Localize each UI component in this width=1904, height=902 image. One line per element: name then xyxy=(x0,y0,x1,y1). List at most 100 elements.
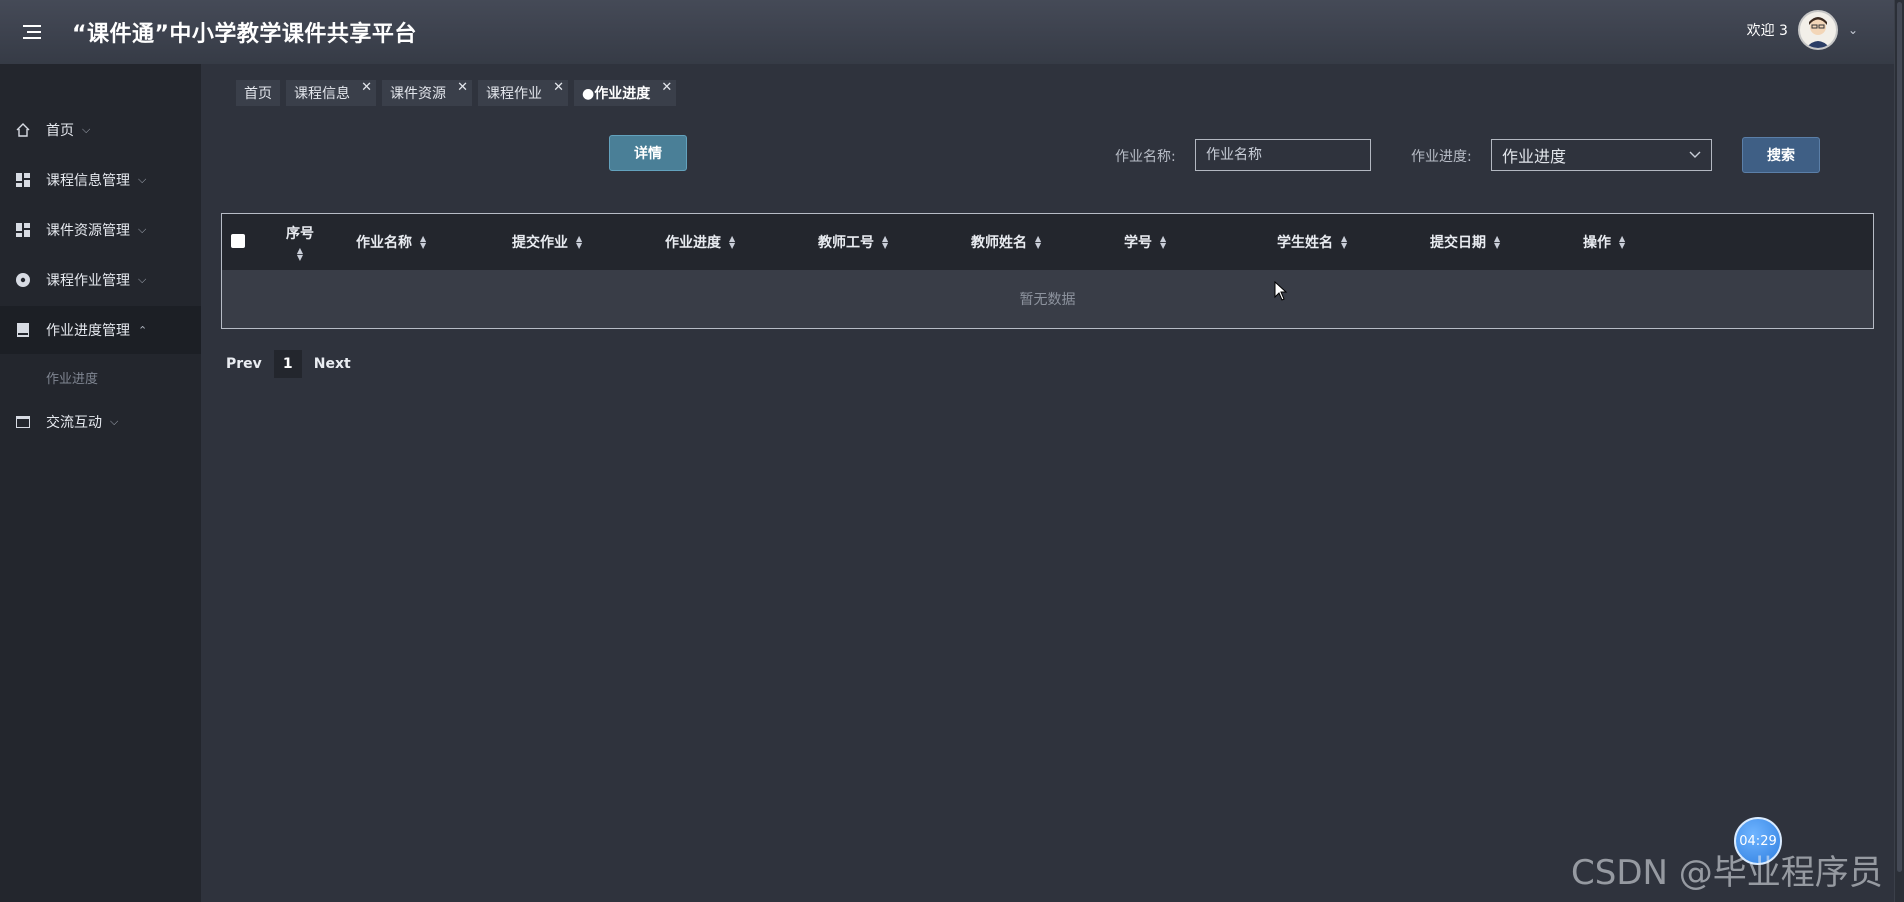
watermark: CSDN @毕业程序员 xyxy=(1571,853,1883,893)
app-title: “课件通”中小学教学课件共享平台 xyxy=(72,22,417,47)
detail-button[interactable]: 详情 xyxy=(609,135,687,171)
column-header-name[interactable]: 作业名称 ▲ ▼ xyxy=(356,214,426,270)
user-menu[interactable]: 欢迎 3 ⌄ xyxy=(1747,10,1858,50)
dashboard-icon xyxy=(14,171,32,189)
tab-progress[interactable]: ●作业进度 ✕ xyxy=(574,80,677,106)
progress-select-value: 作业进度 xyxy=(1502,147,1567,166)
column-header-student-id[interactable]: 学号 ▲ ▼ xyxy=(1124,214,1166,270)
column-header-label: 提交日期 xyxy=(1430,235,1486,251)
menu-toggle-button[interactable] xyxy=(0,0,64,64)
sort-icon[interactable]: ▲ ▼ xyxy=(1035,235,1041,250)
sidebar-item-courseware[interactable]: 课件资源管理 ⌵ xyxy=(0,206,201,254)
window-icon xyxy=(14,413,32,431)
progress-filter-label: 作业进度: xyxy=(1411,149,1472,165)
close-icon[interactable]: ✕ xyxy=(553,80,564,95)
sidebar-item-home[interactable]: 首页 ⌵ xyxy=(0,106,201,154)
sidebar-subitem-progress[interactable]: 作业进度 xyxy=(0,354,201,400)
welcome-text: 欢迎 3 xyxy=(1746,23,1788,39)
sidebar-item-label: 交流互动 xyxy=(46,415,102,431)
column-header-progress[interactable]: 作业进度 ▲ ▼ xyxy=(665,214,735,270)
column-header-label: 作业名称 xyxy=(356,235,412,251)
tab-label: 首页 xyxy=(244,86,272,102)
column-header-submission[interactable]: 提交作业 ▲ ▼ xyxy=(512,214,582,270)
prev-page-button[interactable]: Prev xyxy=(226,356,262,372)
sidebar-item-label: 作业进度管理 xyxy=(46,323,130,339)
sort-icon[interactable]: ▲ ▼ xyxy=(576,235,582,250)
hamburger-icon xyxy=(23,25,41,39)
sort-icon[interactable]: ▲ ▼ xyxy=(882,235,888,250)
sidebar-item-progress[interactable]: 作业进度管理 ⌃ xyxy=(0,306,201,354)
column-header-label: 教师工号 xyxy=(818,235,874,251)
column-header-label: 学号 xyxy=(1124,235,1152,251)
column-header-index[interactable]: 序号 ▲ ▼ xyxy=(286,214,314,270)
disc-icon xyxy=(14,271,32,289)
tab-bar: 首页 课程信息 ✕ 课件资源 ✕ 课程作业 ✕ ●作业进度 ✕ xyxy=(236,80,677,106)
column-header-teacher-name[interactable]: 教师姓名 ▲ ▼ xyxy=(971,214,1041,270)
progress-table: 序号 ▲ ▼ 作业名称 ▲ ▼ 提交作业 ▲ ▼ 作业进度 ▲ ▼ 教师工号 ▲ ▼ 教师姓名 ▲ ▼… xyxy=(221,213,1874,329)
table-empty-row: 暂无数据 xyxy=(222,270,1873,328)
sidebar-item-label: 首页 xyxy=(46,123,74,139)
close-icon[interactable]: ✕ xyxy=(361,80,372,95)
tab-label: 课件资源 xyxy=(390,86,446,102)
column-header-teacher-id[interactable]: 教师工号 ▲ ▼ xyxy=(818,214,888,270)
tab-courseware[interactable]: 课件资源 ✕ xyxy=(382,80,472,106)
tab-home[interactable]: 首页 xyxy=(236,80,280,106)
name-search-input[interactable] xyxy=(1195,139,1371,171)
chevron-up-icon: ⌃ xyxy=(138,323,148,337)
select-all-checkbox[interactable] xyxy=(231,234,245,248)
sort-icon[interactable]: ▲ ▼ xyxy=(1619,235,1625,250)
top-header: “课件通”中小学教学课件共享平台 欢迎 3 ⌄ xyxy=(0,0,1904,64)
sort-icon[interactable]: ▲ ▼ xyxy=(1160,235,1166,250)
home-icon xyxy=(14,121,32,139)
tab-label: ●作业进度 xyxy=(582,86,651,102)
chevron-down-icon: ⌵ xyxy=(138,273,147,286)
user-avatar-icon xyxy=(1805,17,1830,48)
search-button[interactable]: 搜索 xyxy=(1742,137,1820,173)
sidebar-item-interaction[interactable]: 交流互动 ⌵ xyxy=(0,398,201,446)
tab-homework[interactable]: 课程作业 ✕ xyxy=(478,80,568,106)
avatar[interactable] xyxy=(1797,10,1838,50)
chevron-down-icon: ⌵ xyxy=(82,123,91,136)
chevron-down-icon[interactable]: ⌄ xyxy=(1848,23,1858,37)
chevron-down-icon: ⌵ xyxy=(138,223,147,236)
sort-icon[interactable]: ▲ ▼ xyxy=(297,247,303,262)
sort-icon[interactable]: ▲ ▼ xyxy=(1341,235,1347,250)
chevron-down-icon xyxy=(1689,151,1701,158)
book-icon xyxy=(14,321,32,339)
table-header: 序号 ▲ ▼ 作业名称 ▲ ▼ 提交作业 ▲ ▼ 作业进度 ▲ ▼ 教师工号 ▲ ▼ 教师姓名 ▲ ▼… xyxy=(222,214,1873,270)
name-filter-label: 作业名称: xyxy=(1115,149,1176,165)
page-scrollbar[interactable] xyxy=(1894,0,1904,902)
column-header-label: 学生姓名 xyxy=(1277,235,1333,251)
sort-icon[interactable]: ▲ ▼ xyxy=(1494,235,1500,250)
empty-text: 暂无数据 xyxy=(1019,292,1076,308)
chevron-down-icon: ⌵ xyxy=(138,173,147,186)
sidebar-item-homework[interactable]: 课程作业管理 ⌵ xyxy=(0,256,201,304)
sidebar-item-label: 课件资源管理 xyxy=(46,223,130,239)
chevron-down-icon: ⌵ xyxy=(110,415,119,428)
column-header-label: 提交作业 xyxy=(512,235,568,251)
column-header-label: 序号 xyxy=(286,226,314,242)
column-header-student-name[interactable]: 学生姓名 ▲ ▼ xyxy=(1277,214,1347,270)
sidebar-item-label: 课程信息管理 xyxy=(46,173,130,189)
close-icon[interactable]: ✕ xyxy=(661,80,672,95)
progress-select[interactable]: 作业进度 xyxy=(1491,139,1712,171)
sidebar-item-label: 课程作业管理 xyxy=(46,273,130,289)
sort-icon[interactable]: ▲ ▼ xyxy=(729,235,735,250)
column-header-label: 作业进度 xyxy=(665,235,721,251)
pagination: Prev 1 Next xyxy=(226,350,351,378)
column-header-label: 操作 xyxy=(1583,235,1611,251)
tab-label: 课程信息 xyxy=(294,86,350,102)
column-header-date[interactable]: 提交日期 ▲ ▼ xyxy=(1430,214,1500,270)
next-page-button[interactable]: Next xyxy=(314,356,351,372)
sidebar-item-course-info[interactable]: 课程信息管理 ⌵ xyxy=(0,156,201,204)
page-number-button[interactable]: 1 xyxy=(273,350,302,378)
sort-icon[interactable]: ▲ ▼ xyxy=(420,235,426,250)
tab-course-info[interactable]: 课程信息 ✕ xyxy=(286,80,376,106)
tab-label: 课程作业 xyxy=(486,86,542,102)
sidebar: 首页 ⌵ 课程信息管理 ⌵ 课件资源管理 ⌵ 课程作业管理 ⌵ 作业进度管理 ⌃… xyxy=(0,64,201,902)
column-header-actions[interactable]: 操作 ▲ ▼ xyxy=(1583,214,1625,270)
close-icon[interactable]: ✕ xyxy=(457,80,468,95)
column-header-label: 教师姓名 xyxy=(971,235,1027,251)
mouse-cursor-icon xyxy=(1274,281,1288,301)
scrollbar-thumb[interactable] xyxy=(1897,2,1902,872)
